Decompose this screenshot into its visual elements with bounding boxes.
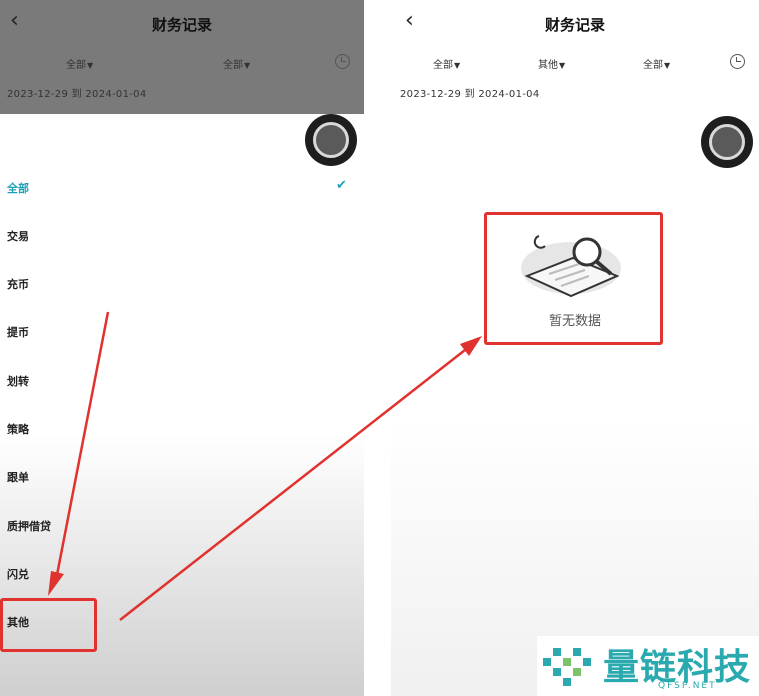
filter-coin-dropdown[interactable]: 全部▼ [643, 56, 670, 71]
option-copy-trading[interactable]: 跟单 [7, 469, 29, 485]
floating-assistant-button[interactable] [701, 116, 753, 168]
option-all[interactable]: 全部 [7, 180, 29, 196]
page-title: 财务记录 [544, 16, 605, 34]
filter-type-dropdown[interactable]: 全部▼ [433, 56, 460, 71]
caret-down-icon: ▼ [87, 61, 94, 70]
highlight-box-other [0, 598, 97, 652]
clock-icon[interactable] [335, 54, 350, 69]
brand-url: QFSP.NET [658, 681, 717, 691]
right-phone-screen: ‹ 财务记录 全部▼ 其他▼ 全部▼ 2023-12-29 到 2024-01-… [391, 0, 759, 696]
highlight-box-empty [484, 212, 663, 345]
watermark: 量链科技 QFSP.NET [537, 636, 759, 696]
floating-assistant-button[interactable] [305, 114, 357, 166]
option-strategy[interactable]: 策略 [7, 421, 29, 437]
filter-subtype-dropdown[interactable]: 其他▼ [538, 56, 565, 71]
option-flash-swap[interactable]: 闪兑 [7, 566, 29, 582]
option-withdraw[interactable]: 提币 [7, 324, 29, 340]
option-trade[interactable]: 交易 [7, 228, 29, 244]
filter-coin-dropdown[interactable]: 全部▼ [223, 56, 250, 71]
date-range[interactable]: 2023-12-29 到 2024-01-04 [7, 85, 147, 100]
date-range[interactable]: 2023-12-29 到 2024-01-04 [400, 85, 540, 100]
checkmark-icon: ✔ [336, 178, 347, 193]
option-staking-loan[interactable]: 质押借贷 [7, 518, 51, 534]
caret-down-icon: ▼ [664, 61, 671, 70]
caret-down-icon: ▼ [244, 61, 251, 70]
left-phone-screen: ‹ 财务记录 全部▼ 全部▼ 2023-12-29 到 2024-01-04 全… [0, 0, 364, 696]
ring-icon [709, 124, 745, 160]
option-transfer[interactable]: 划转 [7, 373, 29, 389]
clock-icon[interactable] [730, 54, 745, 69]
ring-icon [313, 122, 349, 158]
caret-down-icon: ▼ [559, 61, 566, 70]
page-title: 财务记录 [151, 16, 212, 34]
dimmed-header: ‹ 财务记录 全部▼ 全部▼ 2023-12-29 到 2024-01-04 [0, 0, 364, 114]
caret-down-icon: ▼ [454, 61, 461, 70]
brand-logo-icon [543, 648, 591, 686]
filter-type-dropdown[interactable]: 全部▼ [66, 56, 93, 71]
option-deposit[interactable]: 充币 [7, 276, 29, 292]
